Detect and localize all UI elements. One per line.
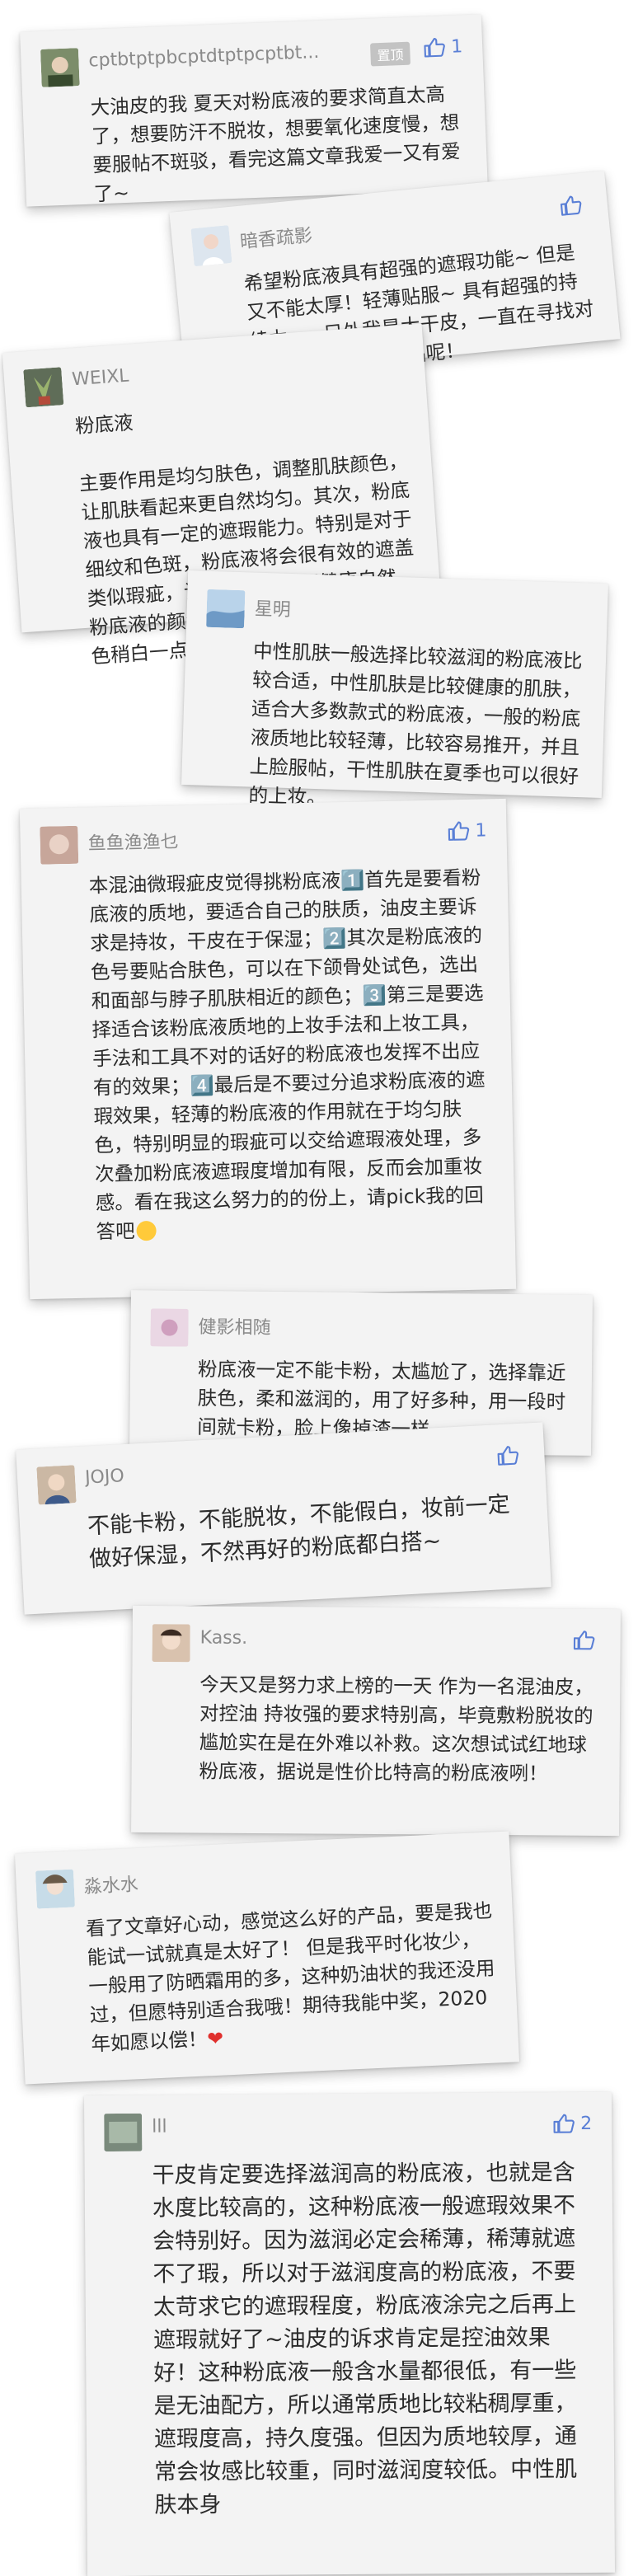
like-button[interactable]: 1 [423, 35, 463, 59]
thumbs-up-icon [553, 2114, 575, 2133]
user-avatar[interactable] [152, 1624, 190, 1663]
user-name[interactable]: JOJO [84, 1466, 124, 1488]
user-name[interactable]: 暗香疏影 [239, 220, 314, 253]
comment-text: 今天又是努力求上榜的一天 作为一名混油皮，对控油 持妆强的要求特别高，毕竟敷粉脱… [199, 1673, 593, 1785]
comment-text: 中性肌肤一般选择比较滋润的粉底液比较合适，中性肌肤是比较健康的肌肤，适合大多数款… [248, 639, 583, 809]
thumbs-up-icon [573, 1631, 595, 1650]
user-name[interactable]: 鱼鱼渔渔乜 [87, 827, 179, 855]
user-avatar[interactable] [150, 1308, 189, 1347]
comment-text-content: 看了文章好心动，感觉这么好的产品，要是我也能试一试就真是太好了！ 但是我平时化妆… [85, 1898, 495, 2056]
user-avatar[interactable] [35, 1869, 75, 1909]
like-button[interactable]: 2 [552, 2112, 592, 2135]
comment-card: 淼水水 看了文章好心动，感觉这么好的产品，要是我也能试一试就真是太好了！ 但是我… [14, 1831, 520, 2085]
comment-card: Kass. 今天又是努力求上榜的一天 作为一名混油皮，对控油 持妆强的要求特别高… [131, 1605, 621, 1837]
comment-card: cptbtptpbcptdtptpcptbt... 置顶 1 大油皮的我 夏天对… [20, 14, 488, 207]
comment-text: 本混油微瑕疵皮觉得挑粉底液1️⃣首先是要看粉底液的质地，要适合自己的肤质，油皮主… [88, 863, 495, 1246]
heart-emoji-icon: ❤ [206, 2026, 224, 2051]
like-button[interactable] [573, 1629, 601, 1652]
thumbs-up-icon [560, 195, 582, 216]
user-avatar[interactable] [104, 2113, 143, 2152]
user-name[interactable]: Kass. [200, 1628, 248, 1649]
comment-text: 干皮肯定要选择滋润高的粉底液，也就是含水度比较高的，这种粉底液一般遮瑕效果不会特… [152, 2160, 578, 2518]
comment-text-content: 本混油微瑕疵皮觉得挑粉底液1️⃣首先是要看粉底液的质地，要适合自己的肤质，油皮主… [88, 866, 486, 1244]
user-name[interactable]: lll [152, 2117, 167, 2137]
grin-emoji-icon [136, 1220, 157, 1241]
user-avatar[interactable] [40, 825, 79, 865]
like-count: 1 [475, 819, 487, 842]
like-count: 1 [450, 35, 463, 58]
pinned-badge: 置顶 [369, 41, 411, 67]
user-name[interactable]: WEIXL [71, 366, 129, 391]
like-button[interactable] [559, 192, 589, 218]
user-name[interactable]: 淼水水 [83, 1870, 138, 1898]
like-count: 2 [580, 2113, 593, 2134]
thumbs-up-icon [448, 821, 470, 841]
like-button[interactable]: 1 [447, 819, 487, 842]
user-name[interactable]: 健影相随 [198, 1312, 270, 1340]
user-avatar[interactable] [206, 589, 246, 629]
comment-card: 星明 中性肌肤一般选择比较滋润的粉底液比较合适，中性肌肤是比较健康的肌肤，适合大… [181, 570, 608, 809]
user-avatar[interactable] [190, 225, 232, 267]
like-button[interactable] [496, 1443, 525, 1468]
user-avatar[interactable] [36, 1465, 77, 1505]
thumbs-up-icon [424, 37, 445, 58]
comment-text: 看了文章好心动，感觉这么好的产品，要是我也能试一试就真是太好了！ 但是我平时化妆… [85, 1897, 498, 2059]
comment-card: lll 2 干皮肯定要选择滋润高的粉底液，也就是含水度比较高的，这种粉底液一般遮… [83, 2091, 616, 2576]
user-name[interactable]: cptbtptpbcptdtptpcptbt... [88, 42, 320, 72]
user-avatar[interactable] [40, 48, 80, 87]
user-avatar[interactable] [23, 367, 64, 408]
thumbs-up-icon [497, 1446, 519, 1466]
comment-card: 鱼鱼渔渔乜 1 本混油微瑕疵皮觉得挑粉底液1️⃣首先是要看粉底液的质地，要适合自… [19, 798, 517, 1300]
comment-card: JOJO 不能卡粉，不能脱妆，不能假白，妆前一定做好保湿，不然再好的粉底都白搭~ [16, 1422, 551, 1615]
user-name[interactable]: 星明 [254, 594, 291, 622]
